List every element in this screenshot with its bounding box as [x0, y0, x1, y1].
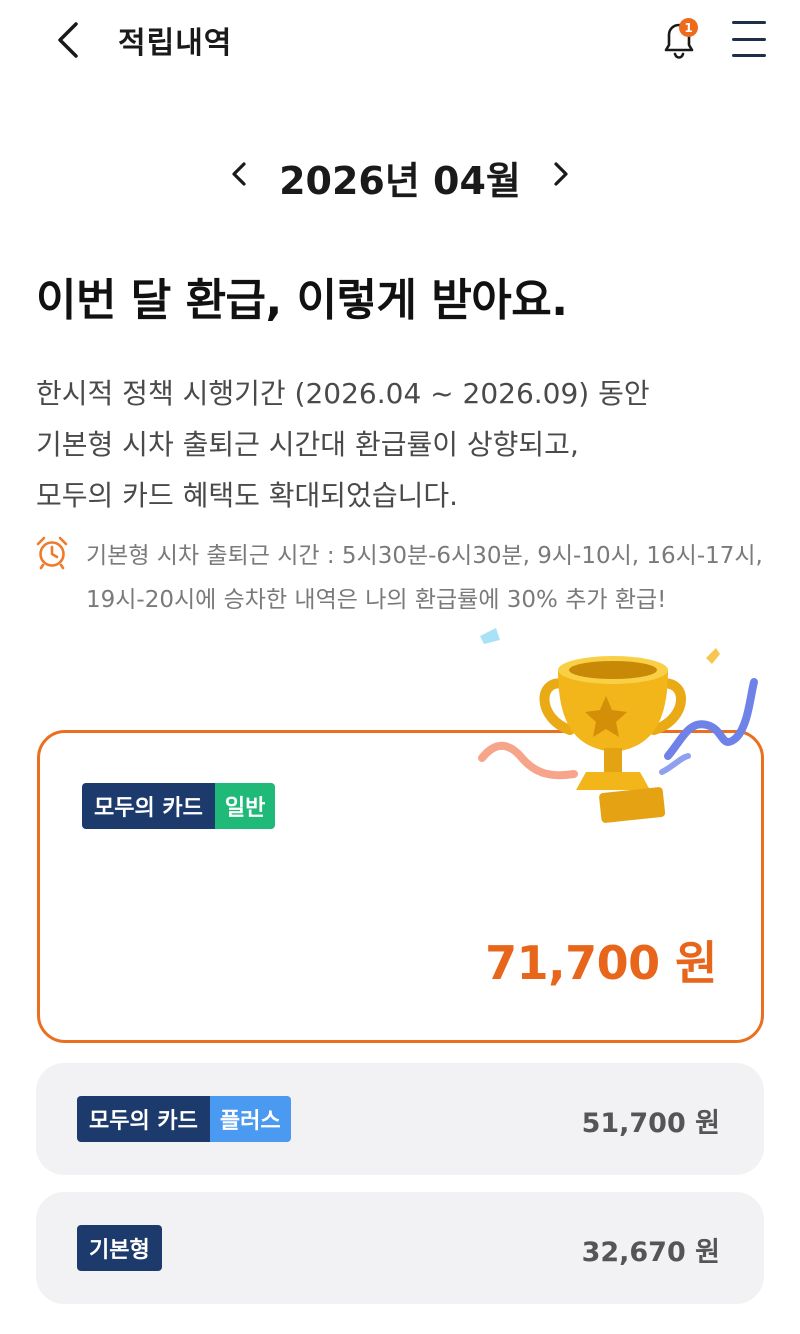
rush-hour-notice: 기본형 시차 출퇴근 시간 : 5시30분-6시30분, 9시-10시, 16시… [86, 543, 763, 613]
description-line: 한시적 정책 시행기간 (2026.04 ~ 2026.09) 동안 [36, 377, 650, 410]
refund-amount: 71,700 원 [485, 936, 717, 990]
page-title: 적립내역 [118, 26, 233, 61]
notification-badge: 1 [679, 18, 698, 37]
chevron-left-icon [232, 162, 246, 186]
description-line: 모두의 카드 혜택도 확대되었습니다. [36, 479, 459, 512]
policy-description: 한시적 정책 시행기간 (2026.04 ~ 2026.09) 동안 기본형 시… [36, 368, 756, 521]
refund-amount: 32,670 원 [581, 1237, 720, 1268]
basic-card-refund[interactable]: 기본형 32,670 원 [36, 1192, 764, 1304]
back-button[interactable] [48, 18, 88, 62]
month-navigator: 2026년 04월 [0, 146, 800, 203]
card-tier-label: 플러스 [209, 1096, 291, 1142]
trophy-icon [478, 628, 758, 823]
previous-month-button[interactable] [222, 154, 256, 194]
card-type-chip: 모두의 카드 플러스 [77, 1096, 291, 1142]
card-tier-label: 일반 [214, 783, 276, 829]
menu-line-icon [732, 21, 766, 24]
menu-button[interactable] [730, 18, 768, 60]
menu-line-icon [732, 37, 766, 41]
section-headline: 이번 달 환급, 이렇게 받아요. [36, 275, 568, 326]
alarm-clock-icon [36, 536, 68, 570]
card-brand-label: 모두의 카드 [82, 783, 215, 829]
next-month-button[interactable] [544, 154, 578, 194]
current-month-label: 2026년 04월 [279, 159, 521, 203]
notification-button[interactable]: 1 [656, 16, 702, 62]
app-header: 적립내역 1 [0, 0, 800, 82]
plus-card-refund[interactable]: 모두의 카드 플러스 51,700 원 [36, 1063, 764, 1175]
refund-amount: 51,700 원 [581, 1108, 720, 1139]
description-line: 기본형 시차 출퇴근 시간대 환급률이 상향되고, [36, 428, 579, 461]
card-type-chip: 모두의 카드 일반 [82, 783, 276, 829]
menu-line-icon [732, 54, 766, 57]
card-tier-label: 기본형 [77, 1225, 162, 1271]
card-brand-label: 모두의 카드 [77, 1096, 210, 1142]
back-arrow-icon [58, 22, 78, 58]
chevron-right-icon [554, 162, 568, 186]
card-type-chip: 기본형 [77, 1225, 162, 1271]
